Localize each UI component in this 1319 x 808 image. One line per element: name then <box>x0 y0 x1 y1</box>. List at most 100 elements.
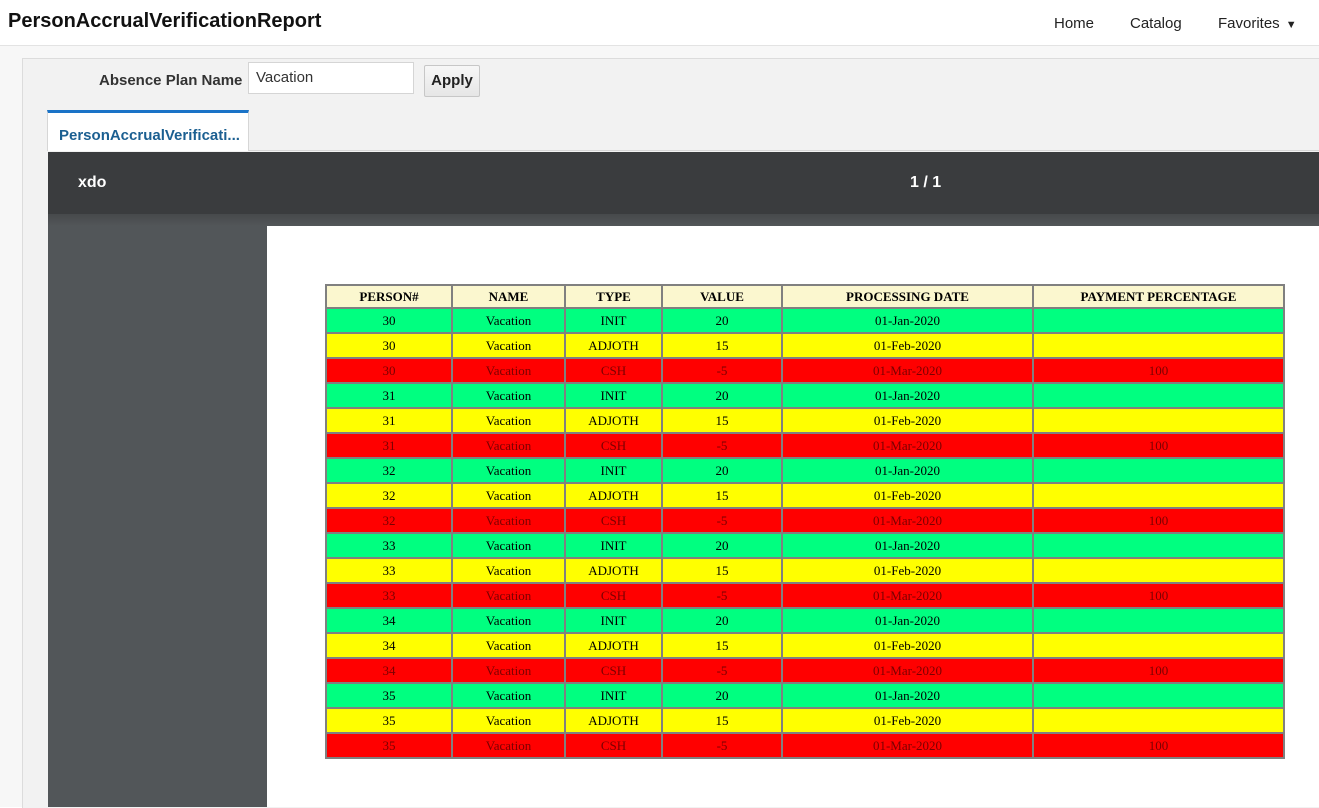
cell-person: 31 <box>325 382 453 409</box>
nav-home-link[interactable]: Home <box>1054 15 1094 32</box>
cell-value: -5 <box>661 432 783 459</box>
cell-person: 34 <box>325 607 453 634</box>
cell-person: 32 <box>325 507 453 534</box>
cell-name: Vacation <box>451 482 566 509</box>
cell-value: 15 <box>661 557 783 584</box>
cell-value: 15 <box>661 407 783 434</box>
cell-value: 20 <box>661 682 783 709</box>
top-bar: PersonAccrualVerificationReport Home Cat… <box>0 0 1319 46</box>
cell-processing-date: 01-Feb-2020 <box>781 482 1034 509</box>
column-header-value: VALUE <box>661 284 783 309</box>
table-body: 30 Vacation INIT 20 01-Jan-2020 30 Vacation ADJ… <box>325 307 1285 759</box>
table-row: 34 Vacation INIT 20 01-Jan-2020 <box>325 607 1285 634</box>
table-header-row: PERSON# NAME TYPE VALUE PROCESSING DATE … <box>325 284 1285 309</box>
cell-type: CSH <box>564 732 663 759</box>
cell-processing-date: 01-Mar-2020 <box>781 732 1034 759</box>
viewer-shadow <box>48 214 1319 226</box>
cell-name: Vacation <box>451 307 566 334</box>
cell-processing-date: 01-Jan-2020 <box>781 682 1034 709</box>
cell-type: ADJOTH <box>564 332 663 359</box>
table-row: 35 Vacation INIT 20 01-Jan-2020 <box>325 682 1285 709</box>
cell-value: -5 <box>661 357 783 384</box>
cell-name: Vacation <box>451 557 566 584</box>
nav-favorites-menu[interactable]: Favorites ▼ <box>1218 15 1297 32</box>
table-row: 30 Vacation INIT 20 01-Jan-2020 <box>325 307 1285 334</box>
cell-payment-percentage <box>1032 482 1285 509</box>
cell-name: Vacation <box>451 357 566 384</box>
table-row: 33 Vacation ADJOTH 15 01-Feb-2020 <box>325 557 1285 584</box>
cell-name: Vacation <box>451 382 566 409</box>
table-row: 31 Vacation ADJOTH 15 01-Feb-2020 <box>325 407 1285 434</box>
table-row: 31 Vacation CSH -5 01-Mar-2020 100 <box>325 432 1285 459</box>
table-row: 32 Vacation CSH -5 01-Mar-2020 100 <box>325 507 1285 534</box>
cell-value: 15 <box>661 707 783 734</box>
cell-payment-percentage: 100 <box>1032 507 1285 534</box>
absence-plan-label: Absence Plan Name <box>99 72 243 89</box>
cell-type: ADJOTH <box>564 482 663 509</box>
cell-type: ADJOTH <box>564 557 663 584</box>
cell-processing-date: 01-Feb-2020 <box>781 557 1034 584</box>
cell-value: 20 <box>661 457 783 484</box>
cell-name: Vacation <box>451 707 566 734</box>
cell-value: 20 <box>661 607 783 634</box>
cell-payment-percentage <box>1032 707 1285 734</box>
nav-catalog-link[interactable]: Catalog <box>1130 15 1182 32</box>
table-row: 33 Vacation INIT 20 01-Jan-2020 <box>325 532 1285 559</box>
cell-type: INIT <box>564 457 663 484</box>
table-row: 30 Vacation CSH -5 01-Mar-2020 100 <box>325 357 1285 384</box>
cell-value: 20 <box>661 382 783 409</box>
cell-name: Vacation <box>451 532 566 559</box>
app-title: PersonAccrualVerificationReport <box>8 10 322 32</box>
cell-name: Vacation <box>451 432 566 459</box>
cell-type: ADJOTH <box>564 632 663 659</box>
tab-report[interactable]: PersonAccrualVerificati... <box>47 110 249 151</box>
cell-processing-date: 01-Mar-2020 <box>781 357 1034 384</box>
cell-value: -5 <box>661 732 783 759</box>
cell-payment-percentage <box>1032 332 1285 359</box>
cell-name: Vacation <box>451 407 566 434</box>
cell-name: Vacation <box>451 732 566 759</box>
column-header-payment-percentage: PAYMENT PERCENTAGE <box>1032 284 1285 309</box>
cell-name: Vacation <box>451 682 566 709</box>
cell-type: CSH <box>564 357 663 384</box>
column-header-name: NAME <box>451 284 566 309</box>
cell-payment-percentage <box>1032 307 1285 334</box>
cell-person: 33 <box>325 582 453 609</box>
absence-plan-input[interactable]: Vacation <box>248 62 414 94</box>
cell-type: INIT <box>564 682 663 709</box>
nav-favorites-label: Favorites <box>1218 15 1280 32</box>
cell-processing-date: 01-Jan-2020 <box>781 532 1034 559</box>
caret-down-icon: ▼ <box>1285 19 1297 31</box>
cell-type: INIT <box>564 607 663 634</box>
cell-payment-percentage <box>1032 532 1285 559</box>
cell-processing-date: 01-Jan-2020 <box>781 607 1034 634</box>
table-row: 30 Vacation ADJOTH 15 01-Feb-2020 <box>325 332 1285 359</box>
cell-value: -5 <box>661 582 783 609</box>
cell-value: 15 <box>661 332 783 359</box>
cell-payment-percentage: 100 <box>1032 432 1285 459</box>
cell-payment-percentage <box>1032 457 1285 484</box>
table-row: 31 Vacation INIT 20 01-Jan-2020 <box>325 382 1285 409</box>
cell-person: 33 <box>325 532 453 559</box>
cell-person: 33 <box>325 557 453 584</box>
cell-name: Vacation <box>451 457 566 484</box>
accrual-table: PERSON# NAME TYPE VALUE PROCESSING DATE … <box>325 284 1285 759</box>
cell-value: -5 <box>661 657 783 684</box>
cell-type: INIT <box>564 307 663 334</box>
column-header-processing-date: PROCESSING DATE <box>781 284 1034 309</box>
cell-processing-date: 01-Feb-2020 <box>781 407 1034 434</box>
cell-person: 34 <box>325 657 453 684</box>
apply-button[interactable]: Apply <box>424 65 480 97</box>
cell-name: Vacation <box>451 332 566 359</box>
cell-processing-date: 01-Mar-2020 <box>781 507 1034 534</box>
cell-payment-percentage: 100 <box>1032 657 1285 684</box>
cell-person: 34 <box>325 632 453 659</box>
pdf-viewer-toolbar: xdo 1 / 1 <box>48 152 1319 214</box>
cell-processing-date: 01-Mar-2020 <box>781 657 1034 684</box>
cell-name: Vacation <box>451 582 566 609</box>
cell-type: CSH <box>564 432 663 459</box>
cell-processing-date: 01-Jan-2020 <box>781 382 1034 409</box>
cell-person: 35 <box>325 682 453 709</box>
table-row: 34 Vacation ADJOTH 15 01-Feb-2020 <box>325 632 1285 659</box>
table-row: 33 Vacation CSH -5 01-Mar-2020 100 <box>325 582 1285 609</box>
